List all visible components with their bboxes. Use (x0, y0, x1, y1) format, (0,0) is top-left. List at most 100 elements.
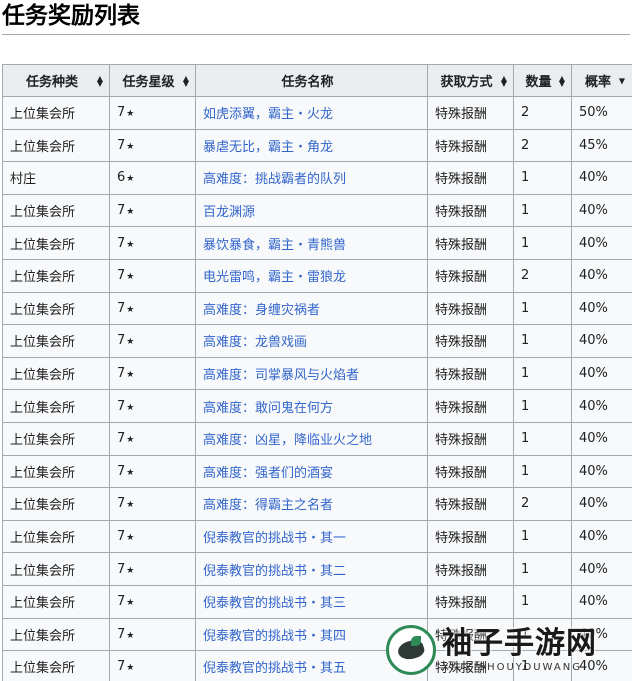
sort-icon[interactable]: ▲ ▼ (97, 74, 103, 87)
cell-quantity: 1 (513, 226, 572, 260)
cell-quest-stars: 7★ (109, 291, 196, 326)
cell-quest-type: 上位集会所 (2, 356, 110, 391)
page-title: 任务奖励列表 (2, 1, 630, 35)
cell-acquire-method: 特殊报酬 (427, 291, 514, 326)
watermark-subtitle: XIUZISHOUYOUWANG (442, 661, 582, 673)
table-row: 上位集会所 7★ 百龙渊源 特殊报酬 1 40% (2, 193, 632, 228)
quest-name-link[interactable]: 倪泰教官的挑战书・其四 (203, 629, 346, 644)
cell-acquire-method: 特殊报酬 (427, 584, 514, 619)
cell-quest-stars: 7★ (109, 258, 196, 293)
reward-table: 任务种类 ▲ ▼ 任务星级 ▲ ▼ 任务名称 获取方式 ▲ ▼ 数量 ▲ ▼ 概率 ▼ 上位集会所 7★ 如虎添… (2, 64, 632, 681)
cell-quest-stars: 7★ (109, 193, 196, 228)
cell-quest-stars: 7★ (109, 324, 196, 358)
cell-quest-name: 暴饮暴食，霸主・青熊兽 (195, 226, 428, 260)
quest-name-link[interactable]: 高难度：挑战霸者的队列 (203, 172, 346, 187)
cell-quest-type: 上位集会所 (2, 552, 110, 586)
quest-name-link[interactable]: 高难度：凶星，降临业火之地 (203, 433, 372, 448)
cell-quantity: 1 (513, 161, 572, 195)
column-header[interactable]: 任务星级 ▲ ▼ (109, 64, 196, 97)
watermark-name: 袖子手游网 (442, 625, 597, 661)
cell-probability: 40% (571, 584, 632, 619)
cell-probability: 40% (571, 161, 632, 195)
quest-name-link[interactable]: 电光雷鸣，霸主・雷狼龙 (203, 270, 346, 285)
quest-name-link[interactable]: 如虎添翼，霸主・火龙 (203, 107, 333, 122)
star-count: 7 (117, 235, 126, 251)
cell-quest-stars: 7★ (109, 584, 196, 619)
quest-name-link[interactable]: 高难度：龙兽戏画 (203, 335, 307, 350)
cell-probability: 40% (571, 258, 632, 293)
quest-name-link[interactable]: 高难度：身缠灾祸者 (203, 303, 320, 318)
star-icon: ★ (126, 174, 135, 185)
quest-name-link[interactable]: 高难度：敢问鬼在何方 (203, 401, 333, 416)
table-row: 上位集会所 7★ 高难度：敢问鬼在何方 特殊报酬 1 40% (2, 389, 632, 423)
sort-icon[interactable]: ▲ ▼ (183, 74, 189, 87)
quest-name-link[interactable]: 高难度：司掌暴风与火焰者 (203, 368, 359, 383)
column-header: 任务名称 (195, 64, 428, 97)
quest-name-link[interactable]: 倪泰教官的挑战书・其一 (203, 531, 346, 546)
cell-quantity: 1 (513, 584, 572, 619)
star-icon: ★ (126, 239, 135, 250)
column-header[interactable]: 获取方式 ▲ ▼ (427, 64, 514, 97)
cell-quest-stars: 7★ (109, 96, 196, 130)
quest-name-link[interactable]: 倪泰教官的挑战书・其二 (203, 564, 346, 579)
column-header[interactable]: 数量 ▲ ▼ (513, 64, 572, 97)
star-icon: ★ (126, 304, 135, 315)
star-count: 7 (117, 398, 126, 414)
star-count: 7 (117, 268, 126, 284)
cell-quest-stars: 7★ (109, 487, 196, 521)
cell-quantity: 2 (513, 96, 572, 130)
quest-name-link[interactable]: 倪泰教官的挑战书・其五 (203, 661, 346, 676)
table-row: 上位集会所 7★ 倪泰教官的挑战书・其一 特殊报酬 1 40% (2, 519, 632, 554)
table-row: 上位集会所 7★ 电光雷鸣，霸主・雷狼龙 特殊报酬 2 40% (2, 258, 632, 293)
quest-name-link[interactable]: 百龙渊源 (203, 205, 255, 220)
cell-quest-name: 高难度：强者们的酒宴 (195, 454, 428, 489)
quest-name-link[interactable]: 高难度：强者们的酒宴 (203, 466, 333, 481)
cell-probability: 40% (571, 291, 632, 326)
cell-acquire-method: 特殊报酬 (427, 356, 514, 391)
sort-icon[interactable]: ▲ ▼ (501, 74, 507, 87)
quest-name-link[interactable]: 暴虐无比，霸主・角龙 (203, 140, 333, 155)
cell-quest-type: 上位集会所 (2, 258, 110, 293)
table-body: 上位集会所 7★ 如虎添翼，霸主・火龙 特殊报酬 2 50% 上位集会所 7★ 暴虐无比，霸主・… (2, 96, 632, 681)
cell-quest-type: 上位集会所 (2, 650, 110, 681)
cell-acquire-method: 特殊报酬 (427, 193, 514, 228)
cell-probability: 40% (571, 421, 632, 456)
column-header-label: 任务种类 (25, 75, 78, 90)
cell-quest-name: 高难度：凶星，降临业火之地 (195, 421, 428, 456)
cell-acquire-method: 特殊报酬 (427, 226, 514, 260)
quest-name-link[interactable]: 暴饮暴食，霸主・青熊兽 (203, 238, 346, 253)
column-header[interactable]: 概率 ▼ (571, 64, 632, 97)
star-count: 7 (117, 137, 126, 153)
cell-quest-name: 高难度：司掌暴风与火焰者 (195, 356, 428, 391)
cell-quantity: 1 (513, 324, 572, 358)
cell-quest-type: 上位集会所 (2, 128, 110, 163)
column-header[interactable]: 任务种类 ▲ ▼ (2, 64, 110, 97)
cell-quest-stars: 7★ (109, 421, 196, 456)
cell-quantity: 2 (513, 258, 572, 293)
quest-name-link[interactable]: 高难度：得霸主之名者 (203, 498, 333, 513)
sort-icon[interactable]: ▲ ▼ (559, 74, 565, 87)
cell-quest-type: 上位集会所 (2, 96, 110, 130)
star-icon: ★ (126, 565, 135, 576)
table-row: 上位集会所 7★ 高难度：龙兽戏画 特殊报酬 1 40% (2, 324, 632, 358)
star-count: 7 (117, 496, 126, 512)
star-count: 7 (117, 659, 126, 675)
cell-quantity: 1 (513, 389, 572, 423)
sort-descending-icon[interactable]: ▼ (619, 76, 625, 85)
quest-name-link[interactable]: 倪泰教官的挑战书・其三 (203, 596, 346, 611)
table-row: 上位集会所 7★ 高难度：身缠灾祸者 特殊报酬 1 40% (2, 291, 632, 326)
star-count: 7 (117, 366, 126, 382)
cell-quest-stars: 7★ (109, 650, 196, 681)
star-count: 6 (117, 170, 126, 186)
column-header-label: 数量 (525, 75, 552, 90)
table-row: 上位集会所 7★ 高难度：强者们的酒宴 特殊报酬 1 40% (2, 454, 632, 489)
cell-quantity: 2 (513, 128, 572, 163)
cell-probability: 40% (571, 454, 632, 489)
cell-probability: 45% (571, 128, 632, 163)
star-icon: ★ (126, 533, 135, 544)
cell-quest-type: 上位集会所 (2, 226, 110, 260)
cell-quest-type: 上位集会所 (2, 421, 110, 456)
star-count: 7 (117, 333, 126, 349)
cell-quest-stars: 7★ (109, 454, 196, 489)
cell-quest-stars: 7★ (109, 226, 196, 260)
